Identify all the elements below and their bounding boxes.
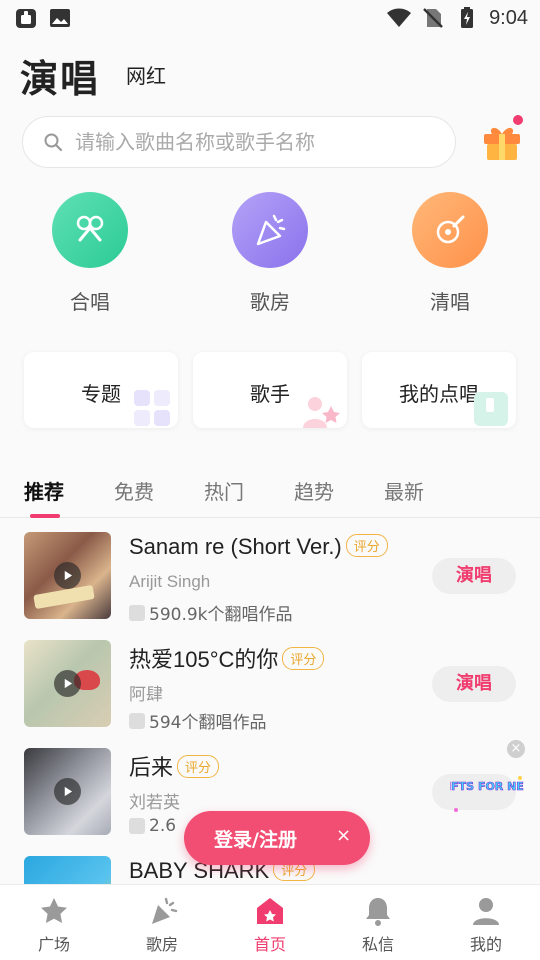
- album-cover[interactable]: [24, 640, 111, 727]
- score-badge: 评分: [282, 647, 325, 670]
- gifts-for-new-banner[interactable]: GIFTS FOR NEW: [450, 770, 524, 816]
- status-time: 9:04: [489, 6, 528, 29]
- play-icon[interactable]: [54, 778, 81, 805]
- mic-icon: [129, 712, 145, 729]
- feature-chorus[interactable]: 合唱: [30, 192, 150, 315]
- cover-count: 2.6: [129, 816, 176, 836]
- search-bar[interactable]: [22, 116, 456, 168]
- star-icon: [41, 898, 67, 923]
- nav-label: 我的: [469, 935, 502, 954]
- sing-button[interactable]: 演唱: [432, 558, 516, 594]
- song-artist: 阿肆: [129, 685, 163, 704]
- cover-count: 590.9k个翻唱作品: [129, 600, 293, 625]
- nav-home[interactable]: 首页: [230, 895, 310, 955]
- grid-deco-icon: [134, 390, 170, 426]
- user-icon: [473, 898, 499, 925]
- login-close-icon[interactable]: ×: [336, 825, 351, 846]
- nav-messages[interactable]: 私信: [338, 895, 418, 955]
- song-row[interactable]: 热爱105°C的你 评分 阿肆 594个翻唱作品 演唱: [0, 640, 540, 740]
- login-label: 登录/注册: [214, 829, 297, 851]
- score-badge: 评分: [345, 534, 388, 557]
- page-title: 演唱: [20, 57, 101, 101]
- feature-row: 合唱 歌房 清唱: [0, 192, 540, 322]
- nav-label: 广场: [37, 935, 70, 954]
- card-topics[interactable]: 专题: [24, 352, 178, 428]
- image-icon: [48, 6, 72, 30]
- svg-text:GIFTS FOR NEW: GIFTS FOR NEW: [450, 780, 524, 793]
- play-icon[interactable]: [54, 562, 81, 589]
- gift-icon[interactable]: [480, 114, 526, 164]
- battery-charging-icon: [455, 6, 479, 30]
- ad-close-button[interactable]: ×: [507, 740, 525, 758]
- tab-active-indicator: [30, 514, 60, 518]
- card-singers[interactable]: 歌手: [193, 352, 347, 428]
- mic-icon: [129, 818, 145, 834]
- header-tab-wanghong[interactable]: 网红: [126, 60, 166, 89]
- sing-button[interactable]: 演唱: [432, 666, 516, 702]
- category-tabs: 推荐 免费 热门 趋势 最新: [0, 470, 540, 518]
- bell-icon: [366, 898, 390, 926]
- play-icon[interactable]: [54, 670, 81, 697]
- feature-label: 清唱: [430, 290, 470, 314]
- bookmark-deco-icon: [474, 392, 508, 426]
- song-title: 热爱105°C的你 评分: [129, 642, 325, 674]
- search-icon: [44, 133, 63, 152]
- status-bar: 9:04: [0, 0, 540, 36]
- home-icon: [257, 898, 283, 924]
- login-register-button[interactable]: 登录/注册 ×: [184, 811, 370, 865]
- tab-hot[interactable]: 热门: [204, 476, 244, 505]
- tab-recommended[interactable]: 推荐: [24, 476, 64, 505]
- tab-trending[interactable]: 趋势: [294, 476, 334, 505]
- card-my-requests[interactable]: 我的点唱: [362, 352, 516, 428]
- feature-label: 合唱: [70, 290, 110, 314]
- guitar-icon: [412, 192, 488, 268]
- no-sim-icon: [421, 6, 445, 30]
- chorus-mic-icon: [52, 192, 128, 268]
- nav-label: 歌房: [145, 935, 178, 954]
- song-artist: 刘若英: [129, 793, 180, 812]
- song-row[interactable]: Sanam re (Short Ver.) 评分 Arijit Singh 590…: [0, 532, 540, 632]
- tab-free[interactable]: 免费: [114, 476, 154, 505]
- album-cover[interactable]: [24, 532, 111, 619]
- score-badge: 评分: [177, 755, 220, 778]
- nav-plaza[interactable]: 广场: [14, 895, 94, 955]
- feature-label: 歌房: [250, 290, 290, 314]
- party-popper-icon: [152, 897, 178, 924]
- notification-app-icon: [14, 6, 38, 30]
- song-title: Sanam re (Short Ver.) 评分: [129, 534, 388, 560]
- search-input[interactable]: [75, 130, 435, 154]
- feature-acappella[interactable]: 清唱: [390, 192, 510, 315]
- nav-song-room[interactable]: 歌房: [122, 895, 202, 955]
- party-popper-icon: [232, 192, 308, 268]
- header: 演唱 网红: [0, 44, 540, 104]
- feature-song-room[interactable]: 歌房: [210, 192, 330, 315]
- people-star-deco-icon: [303, 397, 340, 428]
- wifi-icon: [387, 6, 412, 30]
- tab-latest[interactable]: 最新: [384, 476, 424, 505]
- album-cover[interactable]: [24, 748, 111, 835]
- nav-label: 首页: [253, 935, 286, 954]
- song-artist: Arijit Singh: [129, 572, 211, 591]
- cover-count: 594个翻唱作品: [129, 708, 266, 733]
- song-title: 后来 评分: [129, 750, 220, 782]
- nav-me[interactable]: 我的: [446, 895, 526, 955]
- nav-label: 私信: [361, 935, 394, 954]
- shortcut-cards: 专题 歌手 我的点唱: [24, 352, 518, 428]
- mic-icon: [129, 604, 145, 621]
- bottom-nav: 广场 歌房 首页 私信 我的: [0, 884, 540, 960]
